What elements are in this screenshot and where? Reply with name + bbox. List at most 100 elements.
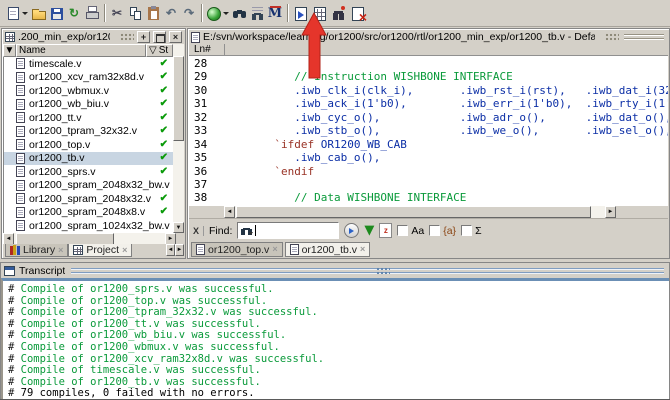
tab-close-icon[interactable]: ×	[122, 245, 127, 255]
tab-close-icon[interactable]: ×	[272, 245, 277, 254]
paste-button[interactable]	[144, 3, 162, 24]
code-line[interactable]: 35 .iwb_cab_o(),	[189, 151, 668, 164]
dock-icon[interactable]	[153, 31, 166, 43]
line-number: 36	[194, 164, 208, 178]
regex-toggle-button[interactable]: z	[379, 223, 393, 238]
code-line[interactable]: 29 // Instruction WISHBONE INTERFACE	[189, 70, 668, 83]
file-row[interactable]: or1200_spram_2048x32_bw.v✔	[4, 179, 175, 193]
file-row[interactable]: or1200_xcv_ram32x8d.v ✔	[4, 71, 175, 85]
transcript-header-grip[interactable]	[71, 267, 664, 275]
file-row[interactable]: timescale.v ✔	[4, 57, 175, 71]
code-line[interactable]: 28	[189, 57, 668, 70]
file-row[interactable]: or1200_spram_2048x8.v ✔	[4, 206, 175, 220]
sort-desc-icon[interactable]: ▼	[3, 44, 16, 57]
name-column-header[interactable]: Name	[16, 44, 146, 57]
compile-all-button[interactable]	[310, 3, 329, 24]
code-line[interactable]: 38 // Data WISHBONE INTERFACE	[189, 191, 668, 204]
search-down-icon[interactable]: ▼	[364, 223, 374, 238]
code-line[interactable]: 36 `endif	[189, 165, 668, 178]
file-icon	[289, 244, 299, 255]
code-line[interactable]: 33 .iwb_stb_o(), .iwb_we_o(), .iwb_sel_o…	[189, 124, 668, 137]
scroll-down-icon[interactable]: ▼	[173, 222, 184, 233]
file-row[interactable]: or1200_tpram_32x32.v ✔	[4, 125, 175, 139]
run-button[interactable]	[205, 3, 223, 24]
editor-horizontal-scrollbar[interactable]: ◄ ►	[224, 206, 616, 218]
file-row[interactable]: or1200_wb_biu.v ✔	[4, 98, 175, 112]
whole-word-checkbox[interactable]	[429, 225, 441, 236]
file-row[interactable]: or1200_tb.v ✔	[4, 151, 175, 165]
copy-icon	[126, 4, 144, 22]
transcript-header[interactable]: Transcript	[1, 263, 669, 278]
editor-tab-or1200_tb-v[interactable]: or1200_tb.v ×	[284, 242, 371, 257]
file-row[interactable]: or1200_tt.v ✔	[4, 111, 175, 125]
scroll-left-icon[interactable]: ◄	[224, 206, 235, 218]
whole-word-label: {a}	[443, 224, 457, 237]
close-icon[interactable]: ×	[169, 31, 182, 43]
file-name: or1200_tb.v	[29, 152, 85, 165]
reload-button[interactable]: ↻	[65, 3, 83, 24]
open-file-button[interactable]	[29, 3, 47, 24]
zoom-plus-button[interactable]: +	[137, 31, 150, 43]
file-row[interactable]: or1200_sprs.v ✔	[4, 165, 175, 179]
tab-close-icon[interactable]: ×	[360, 245, 365, 254]
project-vertical-scrollbar[interactable]: ▼	[173, 44, 184, 233]
tab-project[interactable]: Project ×	[68, 244, 133, 257]
file-icon	[16, 166, 25, 178]
modelsim-button[interactable]: M	[266, 3, 284, 24]
redo-button[interactable]: ↷	[180, 3, 198, 24]
file-icon	[16, 112, 25, 124]
find-close-button[interactable]: X	[193, 225, 205, 236]
scroll-right-icon[interactable]: ►	[605, 206, 616, 218]
undo-button[interactable]: ↶	[162, 3, 180, 24]
editor-header-grip2[interactable]	[624, 33, 664, 41]
editor-tab-or1200_top-v[interactable]: or1200_top.v ×	[191, 242, 283, 257]
file-row[interactable]: or1200_top.v ✔	[4, 138, 175, 152]
dropdown-caret-icon[interactable]	[223, 3, 230, 24]
file-row[interactable]: or1200_spram_2048x32.v ✔	[4, 192, 175, 206]
tab-library[interactable]: Library ×	[5, 244, 69, 257]
simulate-button[interactable]	[329, 3, 348, 24]
status-column-header[interactable]: ▽ St	[146, 44, 173, 57]
sigma-checkbox[interactable]	[461, 225, 473, 236]
compile-out-button[interactable]	[348, 3, 367, 25]
code-line[interactable]: 34 `ifdef OR1200_WB_CAB	[189, 138, 668, 151]
print-button[interactable]	[83, 3, 101, 24]
editor-hscroll-thumb[interactable]	[236, 206, 591, 218]
find-input[interactable]	[237, 222, 340, 239]
header-grip-dots[interactable]	[120, 33, 134, 41]
code-line[interactable]: 32 .iwb_cyc_o(), .iwb_adr_o(), .iwb_dat_…	[189, 111, 668, 124]
tab-close-icon[interactable]: ×	[58, 245, 63, 255]
tabs-scroll-right-icon[interactable]: ►	[175, 244, 184, 256]
file-icon	[16, 125, 25, 137]
find-next-button[interactable]	[344, 223, 360, 238]
find-binoculars-icon[interactable]	[240, 224, 254, 237]
file-name: or1200_sprs.v	[29, 165, 96, 178]
code-line[interactable]: 37	[189, 178, 668, 191]
editor-header-grip-dots[interactable]	[605, 33, 619, 41]
splitter-grip-dots[interactable]	[376, 267, 390, 275]
file-icon	[16, 139, 25, 151]
vscroll-thumb[interactable]	[173, 56, 184, 141]
new-file-button[interactable]	[4, 3, 22, 24]
dropdown-caret-icon[interactable]	[22, 3, 29, 24]
transcript-message: Compile of or1200_sprs.v was successful.	[14, 283, 274, 295]
copy-button[interactable]	[126, 3, 144, 24]
project-grid-icon	[73, 245, 84, 255]
code-editor[interactable]: 28 29 // Instruction WISHBONE INTERFACE 3…	[189, 56, 668, 206]
match-case-checkbox[interactable]	[397, 225, 409, 236]
cut-button[interactable]: ✂	[108, 3, 126, 24]
compile-button[interactable]	[291, 3, 310, 24]
find-button[interactable]	[230, 3, 248, 24]
status-ok-icon: ✔	[159, 71, 168, 83]
find-in-files-button[interactable]	[248, 3, 266, 24]
tabs-scroll-left-icon[interactable]: ◄	[166, 244, 175, 256]
project-panel-header[interactable]: .200_min_exp/or1200_min_exp + ×	[2, 29, 185, 44]
file-row[interactable]: or1200_wbmux.v ✔	[4, 84, 175, 98]
editor-header[interactable]: E:/svn/workspace/learning/or1200/src/or1…	[188, 29, 669, 44]
save-button[interactable]	[47, 3, 65, 24]
transcript-log[interactable]: # Compile of or1200_sprs.v was successfu…	[1, 278, 669, 399]
code-line[interactable]: 30 .iwb_clk_i(clk_i), .iwb_rst_i(rst), .…	[189, 84, 668, 97]
line-number: 33	[194, 124, 208, 138]
file-row[interactable]: or1200_spram_1024x32_bw.v✔	[4, 219, 175, 233]
code-line[interactable]: 31 .iwb_ack_i(1'b0), .iwb_err_i(1'b0), .…	[189, 97, 668, 110]
